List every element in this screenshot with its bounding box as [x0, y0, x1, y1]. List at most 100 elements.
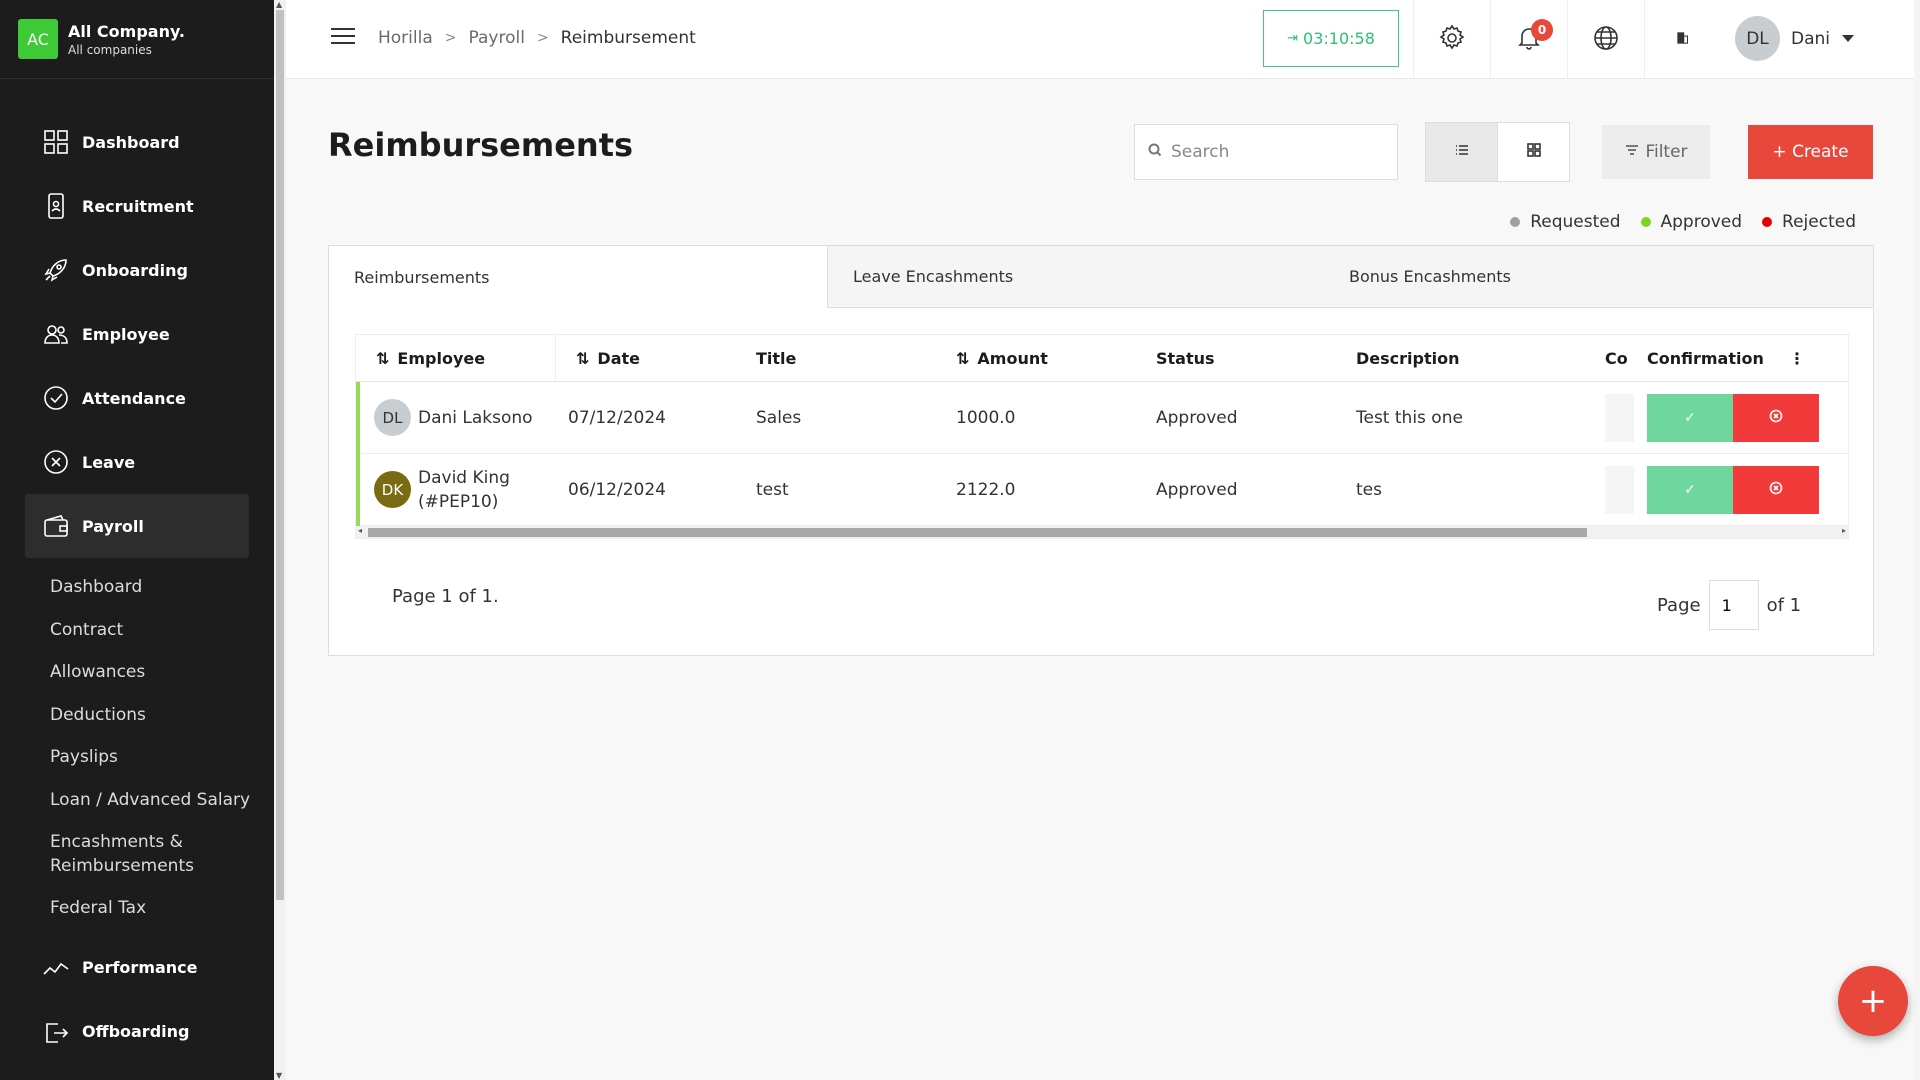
cell-description: Test this one	[1356, 407, 1463, 428]
sidebar-item-recruitment[interactable]: Recruitment	[0, 174, 274, 238]
horizontal-scroll-thumb[interactable]	[368, 528, 1587, 537]
sidebar-item-label: Employee	[82, 324, 170, 344]
cell-status: Approved	[1156, 479, 1238, 500]
cell-date: 07/12/2024	[568, 407, 666, 428]
sidebar-item-attendance[interactable]: Attendance	[0, 366, 274, 430]
scroll-down-icon[interactable]: ▼	[276, 1071, 282, 1080]
list-view-button[interactable]	[1426, 123, 1498, 181]
search-box[interactable]	[1134, 124, 1398, 180]
cell-status: Approved	[1156, 407, 1238, 428]
submenu-item-dashboard[interactable]: Dashboard	[50, 566, 274, 609]
tab-leave-encashments[interactable]: Leave Encashments	[828, 246, 1349, 307]
cell-amount: 2122.0	[956, 479, 1016, 500]
search-input[interactable]	[1171, 142, 1391, 162]
plus-icon: +	[1858, 981, 1888, 1021]
approve-button[interactable]: ✓	[1647, 465, 1733, 514]
column-options-icon[interactable]: ⋮	[1782, 335, 1812, 381]
chevron-right-icon: >	[536, 30, 549, 46]
breadcrumb-item-payroll[interactable]: Payroll	[469, 28, 525, 48]
submenu-item-contract[interactable]: Contract	[50, 609, 274, 652]
chart-line-icon	[42, 954, 70, 982]
table-horizontal-scrollbar[interactable]: ◂ ▸	[356, 526, 1848, 538]
check-icon: ✓	[1684, 409, 1696, 426]
col-amount[interactable]: ⇅ Amount	[956, 335, 1156, 381]
col-employee-label: Employee	[397, 348, 486, 368]
submenu-item-payslips[interactable]: Payslips	[50, 736, 274, 779]
scroll-up-icon[interactable]: ▲	[276, 0, 282, 9]
page-scrollbar[interactable]	[1914, 0, 1920, 1080]
sidebar-item-performance[interactable]: Performance	[0, 936, 274, 1000]
sidebar-scrollbar[interactable]: ▲ ▼	[274, 0, 286, 1080]
filter-button[interactable]: Filter	[1602, 125, 1710, 179]
filter-icon	[1624, 142, 1645, 163]
sidebar-nav: Dashboard Recruitment Onboarding Employe…	[0, 79, 274, 1064]
pagination: Page of 1	[1657, 580, 1801, 630]
table-row[interactable]: DK David King (#PEP10) 06/12/2024 test 2…	[356, 454, 1848, 526]
sidebar-item-label: Onboarding	[82, 260, 188, 280]
legend-item-rejected[interactable]: Rejected	[1762, 212, 1856, 232]
legend-dot	[1510, 217, 1521, 227]
tab-bonus-encashments[interactable]: Bonus Encashments	[1349, 246, 1511, 307]
sidebar-item-payroll[interactable]: Payroll	[25, 494, 249, 558]
sidebar-item-label: Recruitment	[82, 196, 194, 216]
language-button[interactable]	[1567, 0, 1644, 79]
reject-button[interactable]	[1733, 465, 1819, 514]
notifications-button[interactable]: 0	[1490, 0, 1567, 79]
attendance-timer-button[interactable]: ⇥ 03:10:58	[1263, 10, 1399, 67]
co-checkbox[interactable]	[1605, 465, 1634, 514]
page-number-input[interactable]	[1708, 580, 1759, 630]
co-checkbox[interactable]	[1605, 393, 1634, 442]
col-date[interactable]: ⇅ Date	[556, 335, 756, 381]
dashboard-icon	[42, 128, 70, 156]
legend-item-requested[interactable]: Requested	[1510, 212, 1621, 232]
settings-button[interactable]	[1413, 0, 1490, 79]
card-view-button[interactable]	[1498, 123, 1569, 181]
hamburger-menu-icon[interactable]	[331, 28, 355, 49]
company-switcher[interactable]: AC All Company. All companies	[0, 0, 274, 79]
col-title-label: Title	[756, 348, 797, 368]
sidebar-item-dashboard[interactable]: Dashboard	[0, 110, 274, 174]
submenu-item-allowances[interactable]: Allowances	[50, 651, 274, 694]
table-row[interactable]: DL Dani Laksono 07/12/2024 Sales 1000.0 …	[356, 382, 1848, 454]
chevron-down-icon	[1842, 35, 1855, 42]
submenu-item-federal-tax[interactable]: Federal Tax	[50, 887, 274, 930]
breadcrumb-item-horilla[interactable]: Horilla	[378, 28, 433, 48]
sort-icon: ⇅	[956, 348, 970, 368]
submenu-item-loan[interactable]: Loan / Advanced Salary	[50, 779, 274, 822]
company-button[interactable]	[1644, 0, 1721, 79]
scroll-right-icon[interactable]: ▸	[1842, 526, 1846, 535]
tab-reimbursements[interactable]: Reimbursements	[329, 246, 828, 308]
breadcrumb-item-current: Reimbursement	[560, 28, 696, 48]
submenu-item-encashments[interactable]: Encashments & Reimbursements	[50, 821, 274, 887]
floating-add-button[interactable]: +	[1838, 966, 1908, 1036]
list-icon	[1454, 142, 1470, 162]
sidebar-item-onboarding[interactable]: Onboarding	[0, 238, 274, 302]
sort-icon: ⇅	[576, 348, 590, 368]
approve-button[interactable]: ✓	[1647, 393, 1733, 442]
legend-label: Approved	[1660, 212, 1743, 232]
sidebar-item-leave[interactable]: Leave	[0, 430, 274, 494]
recruitment-icon	[42, 192, 70, 220]
sidebar-item-label: Attendance	[82, 388, 186, 408]
create-button[interactable]: + Create	[1748, 125, 1873, 179]
chevron-right-icon: >	[444, 30, 457, 46]
sidebar-item-offboarding[interactable]: Offboarding	[0, 1000, 274, 1064]
submenu-item-deductions[interactable]: Deductions	[50, 694, 274, 737]
col-employee[interactable]: ⇅ Employee	[356, 335, 556, 381]
reject-button[interactable]	[1733, 393, 1819, 442]
scroll-left-icon[interactable]: ◂	[358, 526, 362, 535]
wallet-icon	[42, 512, 70, 540]
x-circle-icon	[1769, 408, 1783, 428]
avatar: DL	[1735, 16, 1780, 61]
globe-icon	[1592, 24, 1620, 56]
cell-co	[1605, 454, 1647, 525]
legend-item-approved[interactable]: Approved	[1640, 212, 1743, 232]
col-co-label: Co	[1605, 348, 1628, 368]
cell-employee: DK David King (#PEP10)	[356, 454, 556, 525]
sidebar-item-employee[interactable]: Employee	[0, 302, 274, 366]
user-menu[interactable]: DL Dani	[1735, 16, 1855, 61]
page-of-label: of 1	[1766, 594, 1802, 616]
company-name: All Company.	[68, 21, 186, 41]
grid-icon	[1526, 142, 1542, 162]
sidebar-scroll-thumb[interactable]	[276, 10, 284, 900]
